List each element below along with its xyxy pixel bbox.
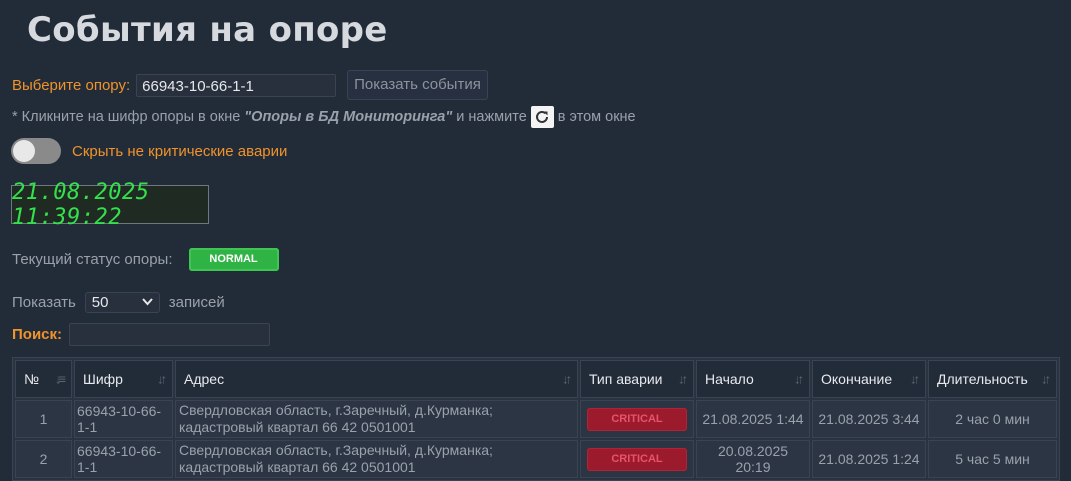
critical-badge: CRITICAL (587, 447, 687, 471)
refresh-icon[interactable] (530, 106, 554, 128)
sort-icon: ↓↑ (157, 371, 167, 387)
column-header-type[interactable]: Тип аварии ↓↑ (580, 360, 694, 398)
chevron-down-icon (142, 298, 153, 306)
cell-address: Свердловская область, г.Заречный, д.Курм… (175, 400, 578, 438)
table-row[interactable]: 1 66943-10-66-1-1 Свердловская область, … (15, 400, 1057, 438)
sort-icon: ↓↑ (794, 371, 804, 387)
cell-type: CRITICAL (580, 440, 694, 478)
support-status: Текущий статус опоры: NORMAL (12, 247, 279, 271)
support-selector: Выберите опору: 66943-10-66-1-1 Показать… (12, 70, 488, 100)
sort-icon: ↓↑ (1041, 371, 1051, 387)
sort-asc-icon: ↓≡ (54, 371, 66, 387)
cell-duration: 5 час 5 мин (928, 440, 1057, 478)
sort-icon: ↓↑ (678, 371, 688, 387)
hint-suffix: в этом окне (557, 109, 636, 125)
records-label: записей (168, 293, 225, 311)
search-input[interactable] (69, 323, 271, 346)
page-length: Показать 50 записей (12, 291, 225, 313)
page-title: События на опоре (27, 10, 388, 50)
select-support-label: Выберите опору: (12, 76, 131, 94)
sort-icon: ↓↑ (910, 371, 920, 387)
table-header-row: № ↓≡ Шифр ↓↑ Адрес ↓↑ Тип аварии ↓↑ Начало ↓↑… (15, 360, 1057, 398)
table-row[interactable]: 2 66943-10-66-1-1 Свердловская область, … (15, 440, 1057, 478)
cell-code: 66943-10-66-1-1 (74, 400, 173, 438)
search-bar: Поиск: (12, 323, 271, 346)
hint-window-name: "Опоры в БД Мониторинга" (244, 109, 453, 125)
hide-noncritical-label: Скрыть не критические аварии (72, 142, 288, 160)
support-code-input[interactable]: 66943-10-66-1-1 (136, 73, 337, 97)
critical-badge: CRITICAL (587, 407, 687, 431)
status-badge: NORMAL (188, 247, 279, 271)
cell-type: CRITICAL (580, 400, 694, 438)
search-label: Поиск: (12, 326, 63, 343)
column-header-address[interactable]: Адрес ↓↑ (175, 360, 578, 398)
cell-start: 21.08.2025 1:44 (696, 400, 810, 438)
cell-duration: 2 час 0 мин (928, 400, 1057, 438)
cell-end: 21.08.2025 1:24 (812, 440, 926, 478)
toggle-knob (13, 140, 35, 162)
hint-prefix: * Кликните на шифр опоры в окне (12, 109, 245, 125)
column-header-duration[interactable]: Длительность ↓↑ (928, 360, 1057, 398)
show-events-button[interactable]: Показать события (347, 70, 488, 100)
cell-num: 1 (15, 400, 72, 438)
digital-clock: 21.08.2025 11:39:22 (11, 180, 209, 230)
critical-filter: Скрыть не критические аварии (11, 138, 287, 164)
hint-text: * Кликните на шифр опоры в окне "Опоры в… (12, 104, 636, 130)
sort-icon: ↓↑ (562, 371, 572, 387)
show-label: Показать (12, 293, 76, 311)
hide-noncritical-toggle[interactable] (11, 138, 61, 164)
status-label: Текущий статус опоры: (12, 250, 173, 268)
column-header-end[interactable]: Окончание ↓↑ (812, 360, 926, 398)
cell-num: 2 (15, 440, 72, 478)
column-header-start[interactable]: Начало ↓↑ (696, 360, 810, 398)
hint-middle: и нажмите (452, 109, 527, 125)
records-count: 50 (91, 293, 109, 311)
cell-code: 66943-10-66-1-1 (74, 440, 173, 478)
cell-end: 21.08.2025 3:44 (812, 400, 926, 438)
cell-address: Свердловская область, г.Заречный, д.Курм… (175, 440, 578, 478)
cell-start: 20.08.2025 20:19 (696, 440, 810, 478)
records-per-page-select[interactable]: 50 (84, 291, 160, 313)
events-table: № ↓≡ Шифр ↓↑ Адрес ↓↑ Тип аварии ↓↑ Начало ↓↑… (12, 357, 1060, 481)
column-header-num[interactable]: № ↓≡ (15, 360, 72, 398)
column-header-code[interactable]: Шифр ↓↑ (74, 360, 173, 398)
